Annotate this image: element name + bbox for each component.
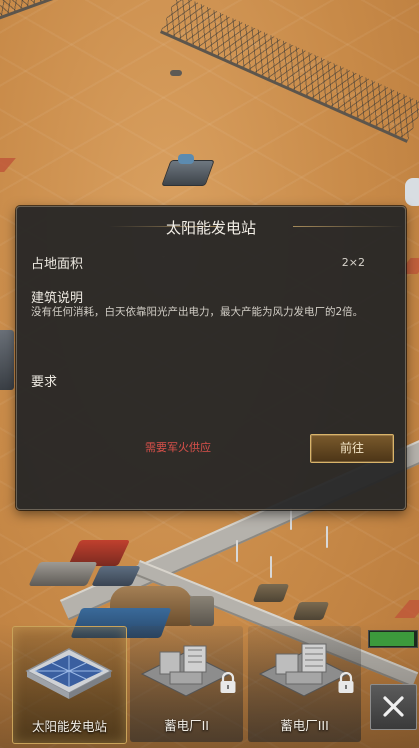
fence [0, 0, 75, 24]
lock-icon [220, 672, 236, 693]
description-text: 没有任何消耗，白天依靠阳光产出电力，最大产能为风力发电厂的2倍。 [31, 306, 364, 318]
resource-bar [368, 630, 418, 648]
map-tile [394, 600, 419, 618]
lamp-post [326, 526, 328, 548]
description-label: 建筑说明 [31, 291, 84, 306]
vehicle[interactable] [252, 584, 290, 602]
building-info-dialog: 太阳能发电站 占地面积 2×2 建筑说明 没有任何消耗，白天依靠阳光产出电力，最… [16, 206, 406, 510]
lamp-post [270, 556, 272, 578]
lamp-post [236, 540, 238, 562]
close-icon [383, 696, 404, 717]
go-button[interactable]: 前往 [310, 434, 394, 463]
building[interactable] [0, 330, 14, 390]
dialog-title: 太阳能发电站 [165, 219, 256, 237]
map-tile [0, 158, 16, 172]
tank-turret [178, 154, 194, 164]
lamp-post [290, 508, 292, 530]
vehicle[interactable] [292, 602, 330, 620]
area-value: 2×2 [341, 256, 365, 269]
rock [170, 70, 182, 76]
requirement-text: 需要军火供应 [145, 441, 211, 454]
battery-plant-icon [140, 645, 232, 697]
solar-panel-icon [25, 648, 113, 699]
building-card-label: 太阳能发电站 [31, 719, 107, 734]
resource-bar-fill [370, 632, 414, 646]
building-card-label: 蓄电厂II [164, 718, 209, 733]
building-card-battery-3[interactable]: 蓄电厂III [248, 626, 361, 742]
building[interactable] [28, 562, 98, 586]
lock-icon [338, 672, 354, 693]
building-card-solar[interactable]: 太阳能发电站 [12, 626, 127, 744]
close-button[interactable] [370, 684, 417, 730]
building-card-battery-2[interactable]: 蓄电厂II [130, 626, 243, 742]
fence [160, 0, 419, 143]
building[interactable] [405, 178, 419, 206]
area-label: 占地面积 [31, 257, 84, 272]
building-card-label: 蓄电厂III [280, 718, 329, 733]
requirement-label: 要求 [31, 375, 58, 390]
battery-plant-icon [258, 643, 350, 697]
